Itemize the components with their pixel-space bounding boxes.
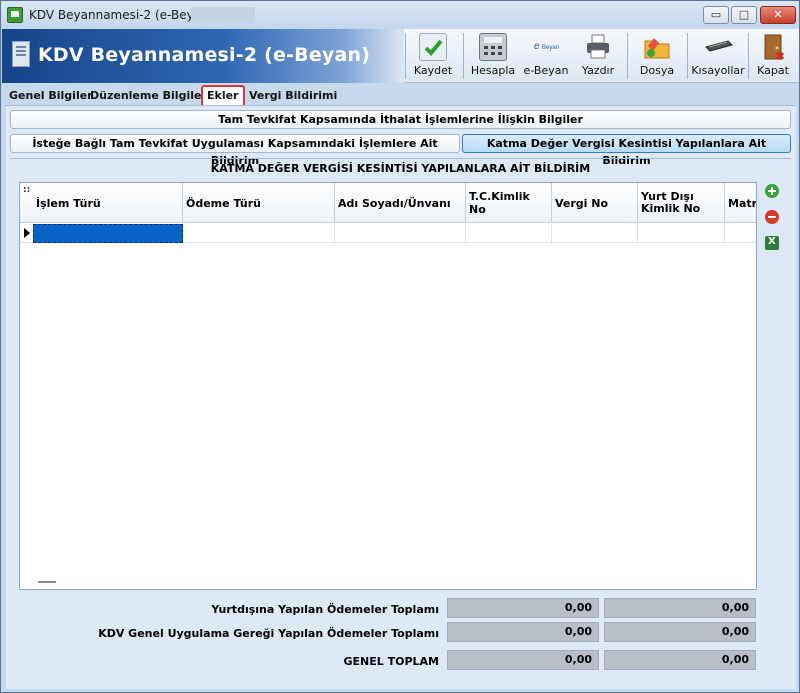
toolbar-separator: [687, 33, 688, 79]
header-bar: KDV Beyannamesi-2 (e-Beyan) Kaydet Hesap…: [2, 29, 799, 83]
col-adi-soyadi[interactable]: Adı Soyadı/Ünvanı: [335, 183, 466, 223]
minimize-button[interactable]: ▭: [703, 6, 729, 24]
maximize-button[interactable]: □: [731, 6, 757, 24]
ebeyan-button[interactable]: e Beyan e-Beyan: [521, 31, 571, 81]
save-check-icon: [419, 33, 447, 61]
total-value-genel-toplam-2: 0,00: [604, 650, 756, 670]
total-value-kdv-genel-2: 0,00: [604, 622, 756, 642]
scroll-handle[interactable]: [38, 581, 56, 583]
add-row-icon[interactable]: [765, 184, 779, 198]
cell-islem-turu[interactable]: [33, 224, 183, 243]
data-grid[interactable]: :: İşlem Türü Ödeme Türü Adı Soyadı/Ünva…: [19, 182, 757, 590]
header-banner: KDV Beyannamesi-2 (e-Beyan): [2, 29, 404, 83]
toolbar-separator: [627, 33, 628, 79]
cell-matrah[interactable]: [725, 224, 756, 243]
cell-adi-soyadi[interactable]: [335, 224, 466, 243]
total-value-kdv-genel-1: 0,00: [447, 622, 599, 642]
grid-header: :: İşlem Türü Ödeme Türü Adı Soyadı/Ünva…: [20, 183, 756, 223]
total-value-yurtdisi-1: 0,00: [447, 598, 599, 618]
toolbar-separator: [463, 33, 464, 79]
cell-odeme-turu[interactable]: [183, 224, 335, 243]
exit-label: Kapat: [757, 64, 789, 77]
total-label-kdv-genel: KDV Genel Uygulama Gereği Yapılan Ödemel…: [98, 627, 439, 640]
row-indicator-icon: [24, 228, 30, 238]
tab-genel-bilgiler[interactable]: Genel Bilgiler: [9, 89, 93, 102]
col-tc-kimlik[interactable]: T.C.Kimlik No: [466, 183, 552, 223]
shortcuts-label: Kısayollar: [691, 64, 745, 77]
grid-grip: ::: [23, 185, 31, 195]
exit-icon: [759, 33, 787, 61]
total-label-genel-toplam: GENEL TOPLAM: [343, 655, 440, 668]
tab-vergi-bildirimi[interactable]: Vergi Bildirimi: [249, 89, 337, 102]
svg-text:Beyan: Beyan: [542, 45, 559, 51]
remove-row-icon[interactable]: [765, 210, 779, 224]
toolbar-separator: [748, 33, 749, 79]
total-value-genel-toplam-1: 0,00: [447, 650, 599, 670]
keyboard-icon: [704, 33, 733, 61]
document-icon: [12, 41, 30, 67]
print-label: Yazdır: [581, 64, 615, 77]
tab-ekler[interactable]: Ekler: [201, 85, 245, 107]
file-button[interactable]: Dosya: [632, 31, 682, 81]
col-yurt-disi-kimlik[interactable]: Yurt Dışı Kimlik No: [638, 183, 725, 223]
folder-icon: [643, 33, 671, 61]
save-label: Kaydet: [413, 64, 453, 77]
col-odeme-turu[interactable]: Ödeme Türü: [183, 183, 335, 223]
exit-button[interactable]: Kapat: [751, 31, 795, 81]
print-button[interactable]: Yazdır: [574, 31, 622, 81]
svg-text:e: e: [534, 41, 540, 52]
katma-deger-button[interactable]: Katma Değer Vergisi Kesintisi Yapılanlar…: [462, 134, 791, 167]
section-title: KATMA DEĞER VERGİSİ KESİNTİSİ YAPILANLAR…: [10, 158, 791, 178]
excel-export-icon[interactable]: [765, 236, 779, 250]
redacted-title-area: [191, 7, 255, 23]
close-window-button[interactable]: ✕: [760, 6, 796, 24]
tam-tevkifat-button[interactable]: Tam Tevkifat Kapsamında İthalat İşlemler…: [10, 110, 791, 129]
app-icon: [7, 7, 23, 23]
header-title: KDV Beyannamesi-2 (e-Beyan): [38, 44, 371, 66]
istege-bagli-button[interactable]: İsteğe Bağlı Tam Tevkifat Uygulaması Kap…: [10, 134, 460, 167]
cell-tc-kimlik[interactable]: [466, 224, 552, 243]
table-row[interactable]: [20, 224, 756, 243]
toolbar-separator: [405, 33, 406, 79]
ebeyan-icon: e Beyan: [532, 33, 560, 61]
shortcuts-button[interactable]: Kısayollar: [691, 31, 745, 81]
file-label: Dosya: [639, 64, 675, 77]
col-vergi-no[interactable]: Vergi No: [552, 183, 638, 223]
title-bar: KDV Beyannamesi-2 (e-Beyan) ▭ □ ✕: [1, 1, 799, 29]
tab-duzenleme-bilgileri[interactable]: Düzenleme Bilgileri: [90, 89, 211, 102]
col-islem-turu[interactable]: İşlem Türü: [33, 183, 183, 223]
ekler-panel: Tam Tevkifat Kapsamında İthalat İşlemler…: [6, 106, 796, 689]
cell-vergi-no[interactable]: [552, 224, 638, 243]
tab-bar: Genel Bilgiler Düzenleme Bilgileri Ekler…: [6, 85, 796, 107]
ebeyan-label: e-Beyan: [523, 64, 569, 77]
calculator-icon: [479, 33, 507, 61]
total-value-yurtdisi-2: 0,00: [604, 598, 756, 618]
col-matrah[interactable]: Matra: [725, 183, 756, 223]
save-button[interactable]: Kaydet: [408, 31, 458, 81]
calculate-label: Hesapla: [470, 64, 516, 77]
window-title: KDV Beyannamesi-2 (e-Beyan): [29, 8, 214, 22]
printer-icon: [584, 33, 612, 61]
app-window: KDV Beyannamesi-2 (e-Beyan) ▭ □ ✕ KDV Be…: [0, 0, 800, 693]
cell-yurt-disi-kimlik[interactable]: [638, 224, 725, 243]
calculate-button[interactable]: Hesapla: [468, 31, 518, 81]
total-label-yurtdisi: Yurtdışına Yapılan Ödemeler Toplamı: [211, 603, 439, 616]
